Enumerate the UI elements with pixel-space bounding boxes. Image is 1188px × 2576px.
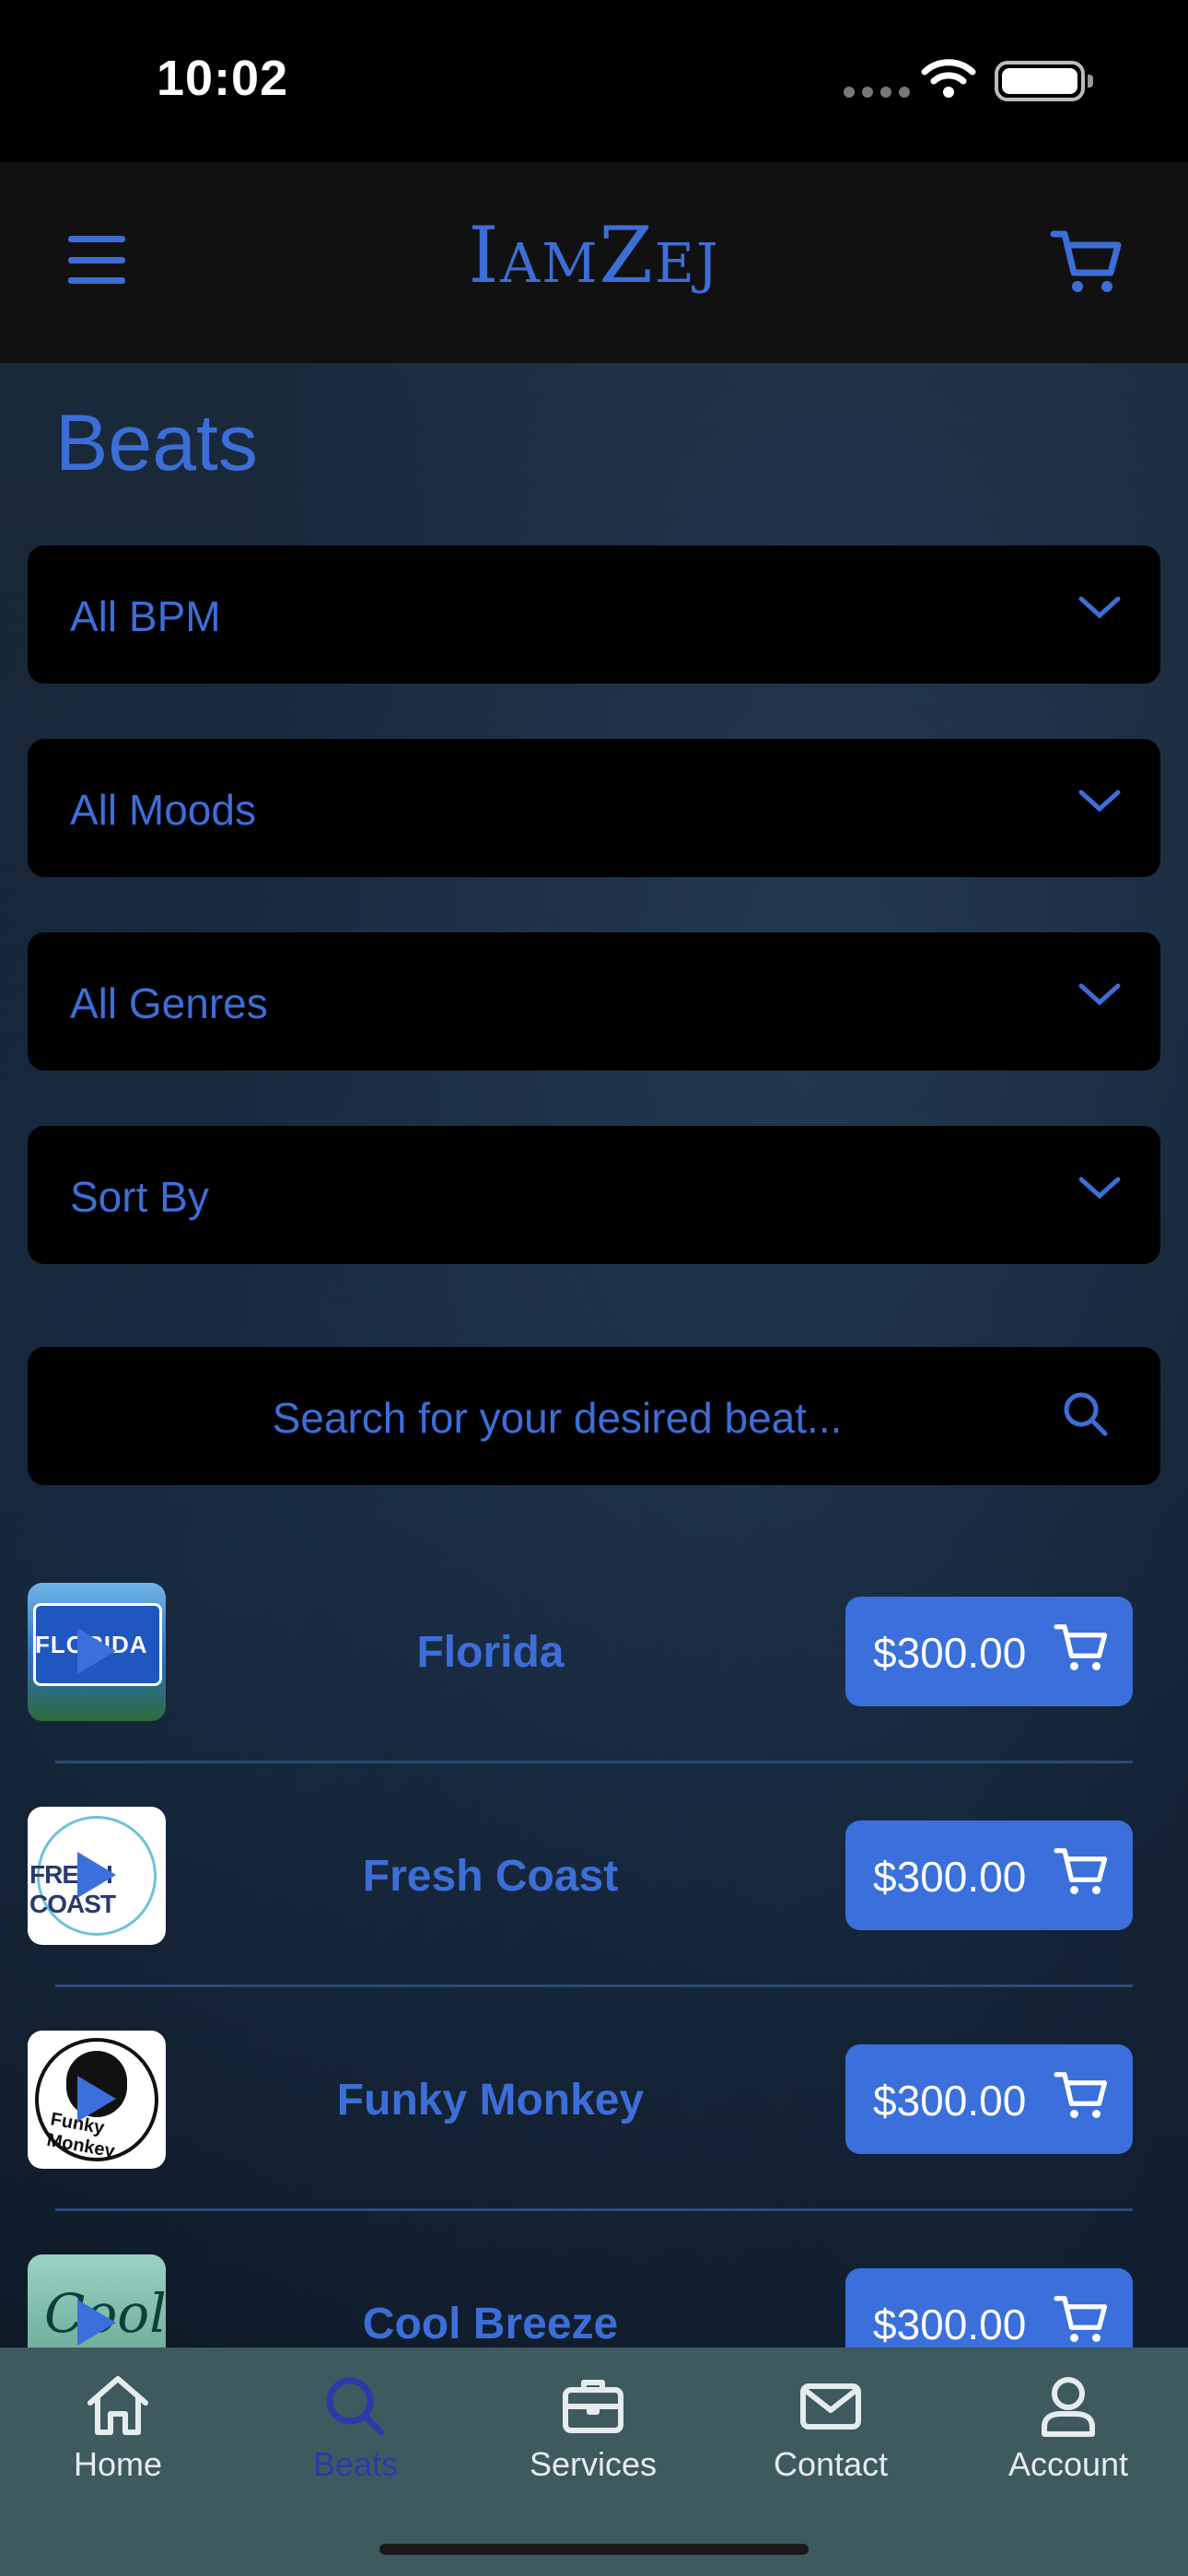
search-icon [326, 2377, 385, 2436]
beat-row-funky-monkey[interactable]: Funky Monkey Funky Monkey $300.00 [0, 2031, 1188, 2254]
tab-account[interactable]: Account [976, 2373, 1160, 2512]
battery-icon [995, 61, 1093, 101]
row-divider [55, 1985, 1133, 1987]
person-icon [1042, 2377, 1095, 2437]
search-icon[interactable] [1061, 1389, 1111, 1439]
search-placeholder: Search for your desired beat... [272, 1394, 843, 1442]
price-label: $300.00 [873, 1629, 1027, 1677]
price-label: $300.00 [873, 2077, 1027, 2125]
beat-artwork[interactable]: Cool [28, 2254, 166, 2348]
bpm-filter-dropdown[interactable]: All BPM [28, 545, 1160, 684]
home-icon [87, 2376, 148, 2435]
chevron-down-icon [1078, 596, 1121, 619]
add-to-cart-button[interactable]: $300.00 [845, 1597, 1133, 1706]
tab-label: Account [1007, 2445, 1129, 2483]
add-to-cart-button[interactable]: $300.00 [845, 2044, 1133, 2154]
tab-label: Home [73, 2445, 163, 2483]
briefcase-icon [563, 2380, 623, 2433]
beat-title[interactable]: Fresh Coast [304, 1851, 677, 1902]
beat-row-cool-breeze[interactable]: Cool Cool Breeze $300.00 [0, 2254, 1188, 2348]
beat-row-fresh-coast[interactable]: FRESH COAST Fresh Coast $300.00 [0, 1807, 1188, 2031]
price-label: $300.00 [873, 2301, 1027, 2348]
beat-title[interactable]: Florida [304, 1627, 677, 1678]
mood-filter-dropdown[interactable]: All Moods [28, 739, 1160, 877]
tab-label: Contact [773, 2445, 889, 2483]
play-icon[interactable] [74, 2072, 120, 2125]
cellular-signal-icon [844, 87, 910, 98]
beat-artwork[interactable]: Funky Monkey [28, 2031, 166, 2169]
beat-row-florida[interactable]: FLORIDA Florida $300.00 [0, 1583, 1188, 1807]
mail-icon [800, 2383, 861, 2430]
row-divider [55, 1761, 1133, 1763]
brand-logo[interactable]: IamZej [0, 210, 1188, 300]
status-bar: 10:02 [0, 0, 1188, 162]
tab-label: Beats [312, 2445, 399, 2483]
genre-filter-dropdown[interactable]: All Genres [28, 932, 1160, 1071]
search-input[interactable]: Search for your desired beat... [28, 1347, 1160, 1485]
beat-title[interactable]: Funky Monkey [304, 2075, 677, 2125]
dropdown-label: All Moods [70, 786, 256, 834]
wifi-icon [921, 59, 976, 98]
price-label: $300.00 [873, 1853, 1027, 1901]
tab-services[interactable]: Services [501, 2373, 685, 2512]
cart-icon [1054, 1848, 1108, 1894]
dropdown-label: All Genres [70, 979, 268, 1027]
status-time: 10:02 [157, 51, 289, 106]
beat-artwork[interactable]: FRESH COAST [28, 1807, 166, 1945]
dropdown-label: Sort By [70, 1173, 209, 1221]
app-header: IamZej [0, 162, 1188, 363]
chevron-down-icon [1078, 1177, 1121, 1200]
cart-icon [1054, 2072, 1108, 2118]
beat-artwork[interactable]: FLORIDA [28, 1583, 166, 1721]
cart-icon [1054, 2296, 1108, 2342]
chevron-down-icon [1078, 790, 1121, 813]
chevron-down-icon [1078, 983, 1121, 1006]
tab-home[interactable]: Home [26, 2373, 210, 2512]
sort-by-dropdown[interactable]: Sort By [28, 1126, 1160, 1264]
play-icon[interactable] [74, 1624, 120, 1678]
play-icon[interactable] [74, 1848, 120, 1902]
beat-title[interactable]: Cool Breeze [304, 2299, 677, 2348]
bottom-tab-bar: Home Beats Services Contact Account [0, 2348, 1188, 2576]
play-icon[interactable] [74, 2296, 120, 2348]
tab-beats[interactable]: Beats [263, 2373, 448, 2512]
row-divider [55, 2208, 1133, 2211]
beats-content: Beats All BPM All Moods All Genres Sort … [0, 363, 1188, 2348]
add-to-cart-button[interactable]: $300.00 [845, 1821, 1133, 1930]
add-to-cart-button[interactable]: $300.00 [845, 2268, 1133, 2348]
home-indicator [379, 2544, 809, 2555]
page-title: Beats [55, 399, 258, 487]
tab-contact[interactable]: Contact [739, 2373, 923, 2512]
cart-icon [1054, 1624, 1108, 1670]
tab-label: Services [529, 2445, 658, 2483]
cart-icon[interactable] [1050, 228, 1124, 297]
dropdown-label: All BPM [70, 592, 221, 640]
